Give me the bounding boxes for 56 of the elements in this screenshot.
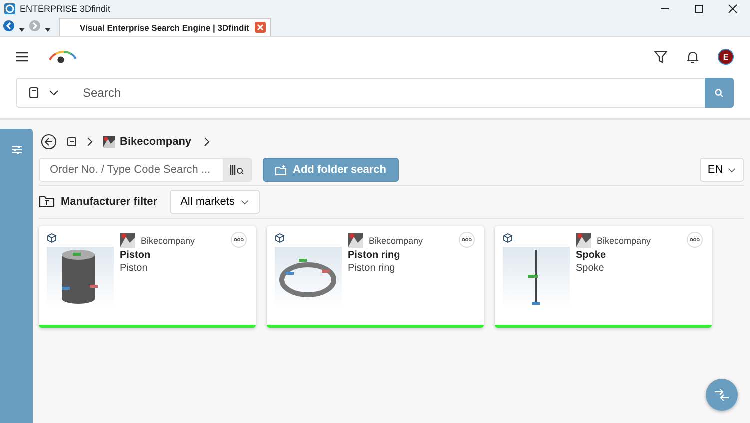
product-card[interactable]: Bikecompany Piston Piston bbox=[39, 226, 256, 328]
app-icon bbox=[4, 3, 16, 15]
close-icon[interactable] bbox=[728, 4, 738, 14]
product-subtitle: Piston bbox=[120, 263, 149, 274]
browser-tab[interactable]: Visual Enterprise Search Engine | 3Dfindit bbox=[59, 18, 271, 36]
arrows-icon bbox=[715, 389, 729, 401]
chevron-down-icon[interactable] bbox=[49, 90, 59, 96]
back-icon[interactable] bbox=[41, 134, 57, 150]
folder-plus-icon bbox=[275, 164, 287, 176]
maximize-icon[interactable] bbox=[694, 4, 704, 14]
back-icon[interactable] bbox=[3, 20, 15, 32]
window-title: ENTERPRISE 3Dfindit bbox=[20, 4, 111, 14]
cube-icon bbox=[275, 233, 285, 243]
user-avatar[interactable]: E bbox=[718, 49, 734, 65]
bell-icon[interactable] bbox=[686, 50, 700, 64]
product-card[interactable]: Bikecompany Spoke Spoke bbox=[495, 226, 712, 328]
more-button[interactable] bbox=[687, 232, 703, 248]
caret-icon[interactable] bbox=[19, 28, 25, 32]
breadcrumb-link[interactable]: Bikecompany bbox=[120, 136, 192, 148]
order-search-field[interactable]: Order No. / Type Code Search ... bbox=[39, 158, 252, 182]
more-button[interactable] bbox=[231, 232, 247, 248]
chevron-down-icon bbox=[728, 168, 736, 172]
product-subtitle: Spoke bbox=[576, 263, 606, 274]
manufacturer-name: Bikecompany bbox=[369, 236, 424, 246]
catalog-icon[interactable] bbox=[67, 137, 77, 147]
caret-icon[interactable] bbox=[45, 28, 51, 32]
market-select[interactable]: All markets bbox=[170, 190, 260, 214]
product-card[interactable]: Bikecompany Piston ring Piston ring bbox=[267, 226, 484, 328]
chevron-right-icon bbox=[87, 137, 93, 147]
menu-icon[interactable] bbox=[16, 52, 28, 62]
chevron-right-icon bbox=[204, 137, 210, 147]
manufacturer-name: Bikecompany bbox=[141, 236, 196, 246]
more-icon bbox=[690, 238, 700, 242]
folder-icon bbox=[39, 196, 55, 208]
document-icon[interactable] bbox=[29, 87, 39, 99]
product-title: Piston ring bbox=[348, 250, 402, 261]
cube-icon bbox=[503, 233, 513, 243]
barcode-icon[interactable] bbox=[230, 164, 244, 176]
search-button[interactable] bbox=[705, 78, 734, 108]
filter-icon[interactable] bbox=[654, 50, 668, 64]
product-title: Piston bbox=[120, 250, 152, 261]
collapse-button[interactable] bbox=[706, 379, 738, 411]
gauge-logo-icon[interactable] bbox=[48, 50, 78, 64]
filter-label: Manufacturer filter bbox=[61, 196, 158, 208]
more-icon bbox=[462, 238, 472, 242]
language-select[interactable]: EN bbox=[700, 158, 744, 182]
more-button[interactable] bbox=[459, 232, 475, 248]
manufacturer-name: Bikecompany bbox=[597, 236, 652, 246]
cube-icon bbox=[47, 233, 57, 243]
search-bar[interactable]: Search bbox=[16, 78, 734, 108]
chevron-down-icon bbox=[240, 200, 249, 204]
search-icon bbox=[715, 88, 724, 98]
sliders-icon[interactable] bbox=[12, 145, 22, 155]
more-icon bbox=[234, 238, 244, 242]
product-subtitle: Piston ring bbox=[348, 263, 396, 274]
product-title: Spoke bbox=[576, 250, 608, 261]
